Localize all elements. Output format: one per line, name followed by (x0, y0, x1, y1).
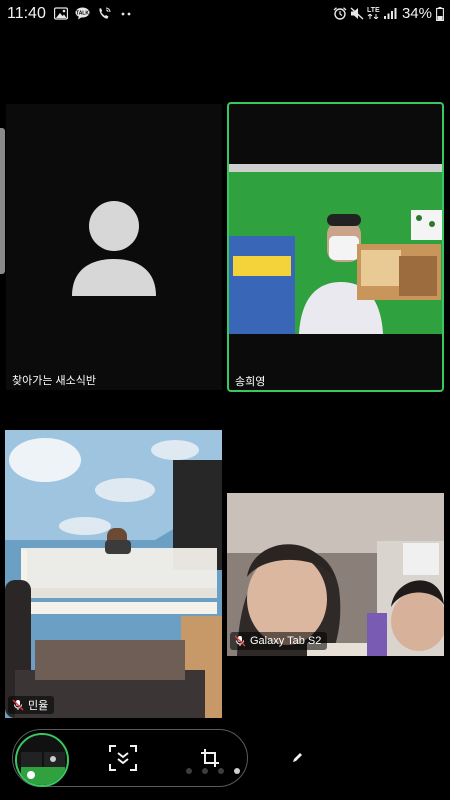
svg-text:TALK: TALK (76, 10, 89, 16)
participant-tile-3[interactable]: 민율 (5, 430, 222, 718)
page-dot[interactable] (186, 768, 192, 774)
talk-icon: TALK (75, 7, 90, 20)
participant-name: Galaxy Tab S2 (250, 635, 322, 647)
wifi-call-icon (97, 7, 111, 20)
participant-tile-2[interactable]: 송희영 (227, 102, 444, 392)
mute-icon (350, 7, 364, 20)
participant-tile-1[interactable]: 찾아가는 새소식반 (6, 104, 222, 390)
gallery-icon (53, 7, 69, 20)
participant-tile-4[interactable]: Galaxy Tab S2 (227, 493, 444, 656)
more-dots-icon (120, 7, 132, 20)
alarm-icon (333, 7, 347, 20)
participant-name-chip: Galaxy Tab S2 (230, 632, 328, 650)
participant-name: 찾아가는 새소식반 (12, 375, 97, 387)
avatar-placeholder-icon (72, 201, 156, 296)
mic-off-icon (234, 635, 246, 647)
participant-name: 민율 (28, 700, 49, 712)
lte-label: LTE (367, 7, 380, 14)
status-bar: 11:40 TALK LTE 34% (0, 0, 450, 28)
lte-icon: LTE (367, 7, 380, 20)
participant-name-chip: 민율 (8, 696, 55, 714)
self-view-thumbnail[interactable] (15, 733, 69, 787)
crop-icon[interactable] (200, 748, 220, 768)
page-dot[interactable] (202, 768, 208, 774)
status-time: 11:40 (7, 5, 46, 22)
participant-name: 송희영 (235, 376, 266, 388)
page-dot-active[interactable] (234, 768, 240, 774)
video-feed (5, 430, 222, 718)
pen-icon[interactable] (291, 752, 303, 764)
self-view-preview (17, 735, 67, 785)
collapse-icon[interactable] (108, 744, 138, 772)
battery-icon (436, 7, 444, 22)
page-dot[interactable] (218, 768, 224, 774)
battery-percent: 34% (401, 5, 432, 22)
edge-panel-handle[interactable] (0, 128, 5, 274)
signal-icon (383, 7, 397, 20)
video-feed (229, 164, 442, 334)
mic-off-icon (12, 699, 24, 711)
